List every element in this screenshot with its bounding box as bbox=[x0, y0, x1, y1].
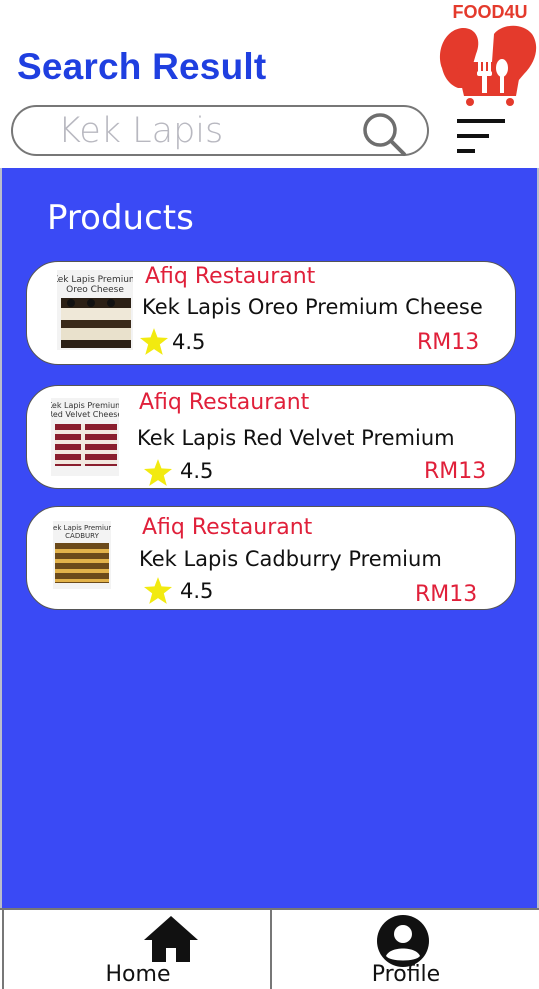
tab-home[interactable]: Home bbox=[2, 910, 272, 989]
tab-home-label: Home bbox=[105, 962, 171, 987]
search-input[interactable] bbox=[58, 111, 348, 151]
svg-text:Oreo Cheese: Oreo Cheese bbox=[66, 285, 124, 295]
price: RM13 bbox=[417, 330, 480, 355]
svg-text:Kek Lapis Premium: Kek Lapis Premium bbox=[53, 524, 111, 532]
brand-logo-icon bbox=[440, 25, 537, 106]
product-image: Kek Lapis Premium CADBURY bbox=[49, 521, 115, 593]
products-panel: Products Kek Lapis Premium Oreo Cheese A… bbox=[0, 168, 539, 910]
star-icon bbox=[144, 577, 172, 608]
star-icon bbox=[144, 459, 172, 490]
product-image: Kek Lapis Premium Red Velvet Cheese bbox=[47, 398, 123, 480]
product-name: Kek Lapis Cadburry Premium bbox=[139, 547, 442, 571]
svg-text:CADBURY: CADBURY bbox=[65, 532, 99, 540]
restaurant-name: Afiq Restaurant bbox=[139, 390, 310, 415]
price: RM13 bbox=[424, 459, 487, 484]
search-bar[interactable] bbox=[11, 105, 429, 156]
home-icon bbox=[144, 916, 198, 966]
product-image: Kek Lapis Premium Oreo Cheese bbox=[52, 270, 138, 354]
product-name: Kek Lapis Red Velvet Premium bbox=[137, 426, 455, 450]
tab-profile[interactable]: Profile bbox=[270, 910, 539, 989]
rating-value: 4.5 bbox=[180, 579, 214, 603]
filter-icon[interactable] bbox=[457, 119, 507, 159]
page-title: Search Result bbox=[17, 46, 267, 87]
bottom-tab-bar: Home Profile bbox=[0, 908, 539, 989]
svg-text:Kek Lapis Premium: Kek Lapis Premium bbox=[57, 275, 133, 285]
restaurant-name: Afiq Restaurant bbox=[145, 264, 316, 289]
svg-text:Red Velvet Cheese: Red Velvet Cheese bbox=[51, 410, 119, 419]
svg-text:Kek Lapis Premium: Kek Lapis Premium bbox=[51, 401, 119, 410]
star-icon bbox=[140, 328, 168, 359]
rating-value: 4.5 bbox=[180, 459, 214, 483]
products-heading: Products bbox=[47, 198, 194, 238]
product-name: Kek Lapis Oreo Premium Cheese bbox=[142, 295, 483, 319]
restaurant-name: Afiq Restaurant bbox=[142, 515, 313, 540]
product-card[interactable]: Kek Lapis Premium Red Velvet Cheese Afiq… bbox=[26, 385, 516, 489]
tab-profile-label: Profile bbox=[371, 962, 441, 987]
search-icon[interactable] bbox=[361, 111, 407, 161]
price: RM13 bbox=[415, 582, 478, 607]
brand-name: FOOD4U bbox=[452, 2, 528, 22]
brand-logo: FOOD4U bbox=[436, 2, 539, 108]
rating-value: 4.5 bbox=[172, 330, 206, 354]
product-card[interactable]: Kek Lapis Premium CADBURY Afiq Restauran… bbox=[26, 506, 516, 610]
product-card[interactable]: Kek Lapis Premium Oreo Cheese Afiq Resta… bbox=[26, 261, 516, 365]
